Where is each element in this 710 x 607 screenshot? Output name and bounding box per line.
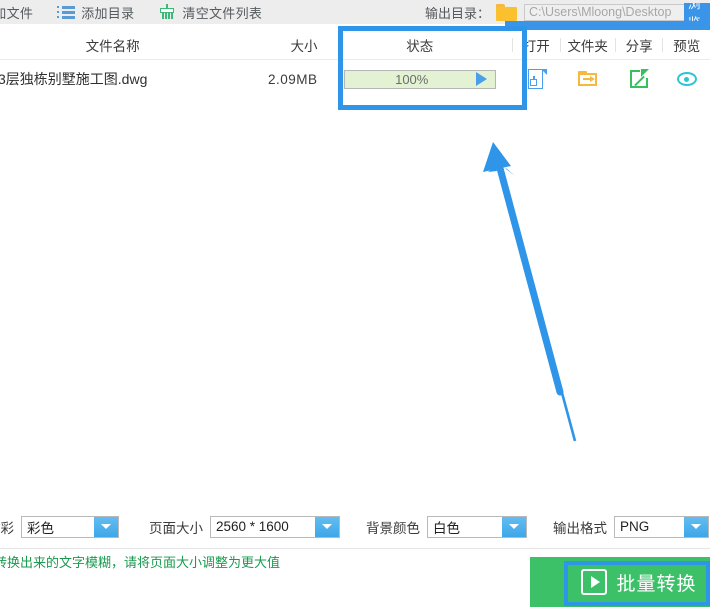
file-name-text: 3层独栋别墅施工图.dwg — [0, 71, 148, 87]
add-directory-button[interactable]: 添加目录 — [57, 0, 134, 24]
batch-convert-label: 批量转换 — [616, 573, 697, 595]
play-triangle-icon[interactable] — [475, 72, 487, 86]
column-header-open: 打开 — [522, 38, 550, 54]
page-size-group: 页面大小 2560 * 1600 — [149, 515, 340, 538]
chevron-down-icon[interactable] — [502, 516, 526, 537]
clear-file-list-label: 清空文件列表 — [182, 5, 263, 21]
clear-file-list-button[interactable]: 清空文件列表 — [158, 0, 262, 24]
folder-icon[interactable] — [496, 3, 517, 21]
add-file-button[interactable]: 添加文件 — [0, 0, 33, 24]
eye-icon[interactable] — [675, 67, 699, 91]
output-color-group: 输出色彩 彩色 — [0, 515, 119, 538]
page-size-value: 2560 * 1600 — [216, 519, 289, 534]
folder-action-cell[interactable] — [561, 60, 615, 98]
output-format-group: 输出格式 PNG — [553, 515, 709, 538]
conversion-hint-text: 转换出来的文字模糊，请将页面大小调整为更大值 — [0, 555, 281, 570]
batch-convert-button[interactable]: 批量转换 — [530, 557, 710, 607]
open-action-cell[interactable] — [513, 60, 560, 98]
output-color-label: 输出色彩 — [0, 520, 14, 536]
background-color-select[interactable]: 白色 — [427, 515, 527, 538]
document-icon[interactable] — [524, 67, 548, 91]
output-color-select[interactable]: 彩色 — [21, 515, 119, 538]
output-format-value: PNG — [620, 519, 650, 534]
chevron-down-icon[interactable] — [315, 516, 339, 537]
background-color-value: 白色 — [433, 520, 460, 536]
column-header-folder: 文件夹 — [567, 38, 608, 54]
file-status-cell: 100% — [327, 60, 511, 98]
file-size-cell: 2.09MB — [225, 60, 327, 98]
add-directory-label: 添加目录 — [81, 5, 135, 21]
page-size-select[interactable]: 2560 * 1600 — [210, 515, 340, 538]
column-header-share: 分享 — [625, 38, 653, 54]
column-header-status: 状态 — [406, 38, 434, 54]
conversion-options-bar: 输出色彩 彩色 页面大小 2560 * 1600 背景颜色 白色 输出格式 PN… — [0, 505, 710, 549]
broom-icon — [158, 3, 176, 21]
column-header-size: 大小 — [290, 38, 318, 54]
chevron-down-icon[interactable] — [684, 516, 708, 537]
file-size-text: 2.09MB — [267, 71, 318, 87]
output-path-input[interactable]: C:\Users\Mloong\Desktop — [524, 3, 684, 21]
preview-action-cell[interactable] — [663, 60, 710, 98]
file-table: 文件名称 大小 状态 打开 文件夹 分享 预览 3层独栋别墅施工图.dwg 2.… — [0, 30, 710, 98]
play-icon — [581, 569, 608, 595]
output-color-value: 彩色 — [27, 520, 54, 536]
page-size-label: 页面大小 — [149, 520, 203, 536]
file-list-empty-area — [0, 105, 710, 505]
share-action-cell[interactable] — [616, 60, 663, 98]
background-color-group: 背景颜色 白色 — [366, 515, 527, 538]
table-row[interactable]: 3层独栋别墅施工图.dwg 2.09MB 100% — [0, 60, 710, 98]
progress-bar[interactable]: 100% — [343, 69, 496, 89]
chevron-down-icon[interactable] — [94, 516, 118, 537]
file-name-cell: 3层独栋别墅施工图.dwg — [0, 60, 225, 98]
toolbar-accent-bar — [505, 21, 710, 30]
external-link-icon[interactable] — [627, 67, 652, 91]
browse-button[interactable]: 浏览 — [684, 2, 710, 22]
progress-percent-label: 100% — [395, 71, 429, 87]
add-file-label: 添加文件 — [0, 5, 34, 21]
table-header-row: 文件名称 大小 状态 打开 文件夹 分享 预览 — [0, 30, 710, 60]
output-format-select[interactable]: PNG — [614, 515, 709, 538]
background-color-label: 背景颜色 — [366, 520, 420, 536]
column-header-preview: 预览 — [673, 38, 701, 54]
output-directory-label: 输出目录： — [424, 5, 490, 21]
list-icon — [57, 5, 76, 19]
column-header-name: 文件名称 — [85, 38, 140, 54]
folder-open-icon[interactable] — [576, 67, 600, 91]
output-format-label: 输出格式 — [553, 520, 607, 536]
